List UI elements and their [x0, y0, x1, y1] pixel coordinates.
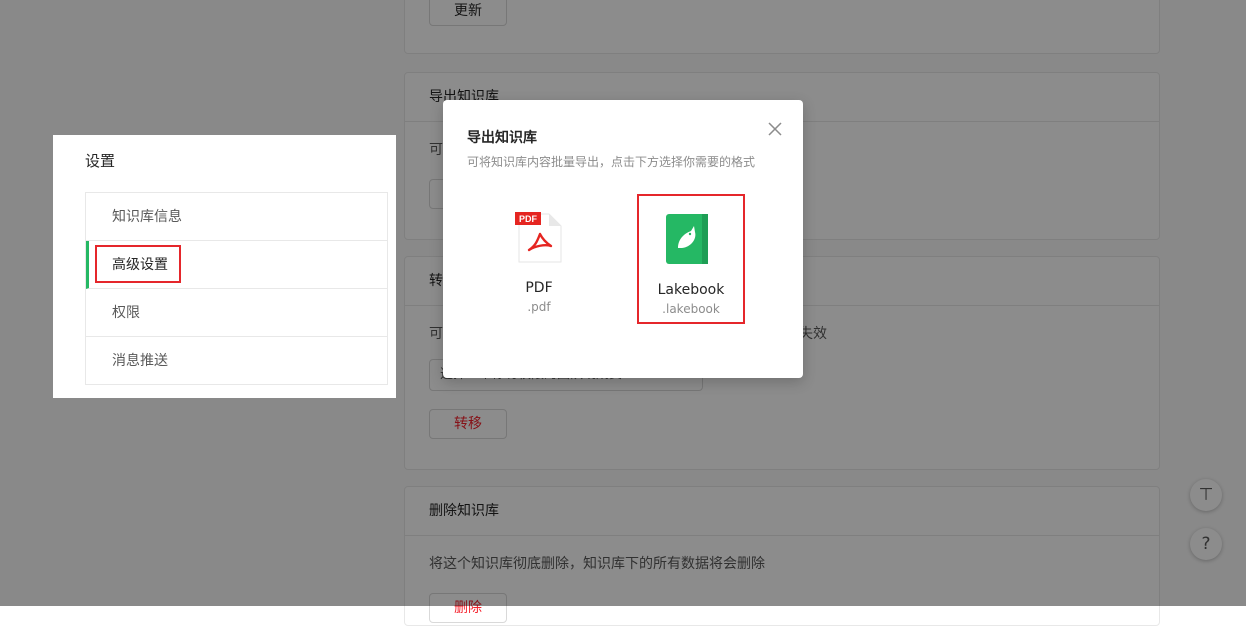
export-option-name: Lakebook	[657, 282, 725, 298]
settings-menu: 知识库信息 高级设置 权限 消息推送	[85, 192, 388, 385]
sidebar-item-repo-info[interactable]: 知识库信息	[86, 193, 387, 241]
sidebar-item-permissions[interactable]: 权限	[86, 289, 387, 337]
settings-title: 设置	[85, 152, 116, 170]
lakebook-icon	[664, 212, 710, 270]
export-modal: 导出知识库 可将知识库内容批量导出，点击下方选择你需要的格式 PDF PDF .…	[443, 100, 803, 378]
export-option-ext: .pdf	[527, 300, 551, 314]
modal-description: 可将知识库内容批量导出，点击下方选择你需要的格式	[467, 155, 756, 169]
modal-title: 导出知识库	[467, 130, 537, 146]
highlight-box	[95, 245, 181, 283]
sidebar-item-advanced-settings[interactable]: 高级设置	[86, 241, 387, 289]
settings-panel: 设置 知识库信息 高级设置 权限 消息推送	[53, 135, 396, 398]
pdf-file-icon: PDF	[515, 212, 565, 268]
sidebar-item-label: 消息推送	[112, 353, 168, 369]
sidebar-item-label: 权限	[112, 305, 140, 321]
sidebar-item-label: 知识库信息	[112, 209, 182, 225]
export-option-ext: .lakebook	[662, 302, 720, 316]
export-option-name: PDF	[525, 280, 553, 296]
svg-text:PDF: PDF	[519, 214, 538, 224]
export-option-lakebook[interactable]: Lakebook .lakebook	[637, 194, 745, 324]
close-icon[interactable]	[765, 119, 785, 139]
export-option-pdf[interactable]: PDF PDF .pdf	[485, 194, 593, 324]
sidebar-item-notifications[interactable]: 消息推送	[86, 337, 387, 384]
